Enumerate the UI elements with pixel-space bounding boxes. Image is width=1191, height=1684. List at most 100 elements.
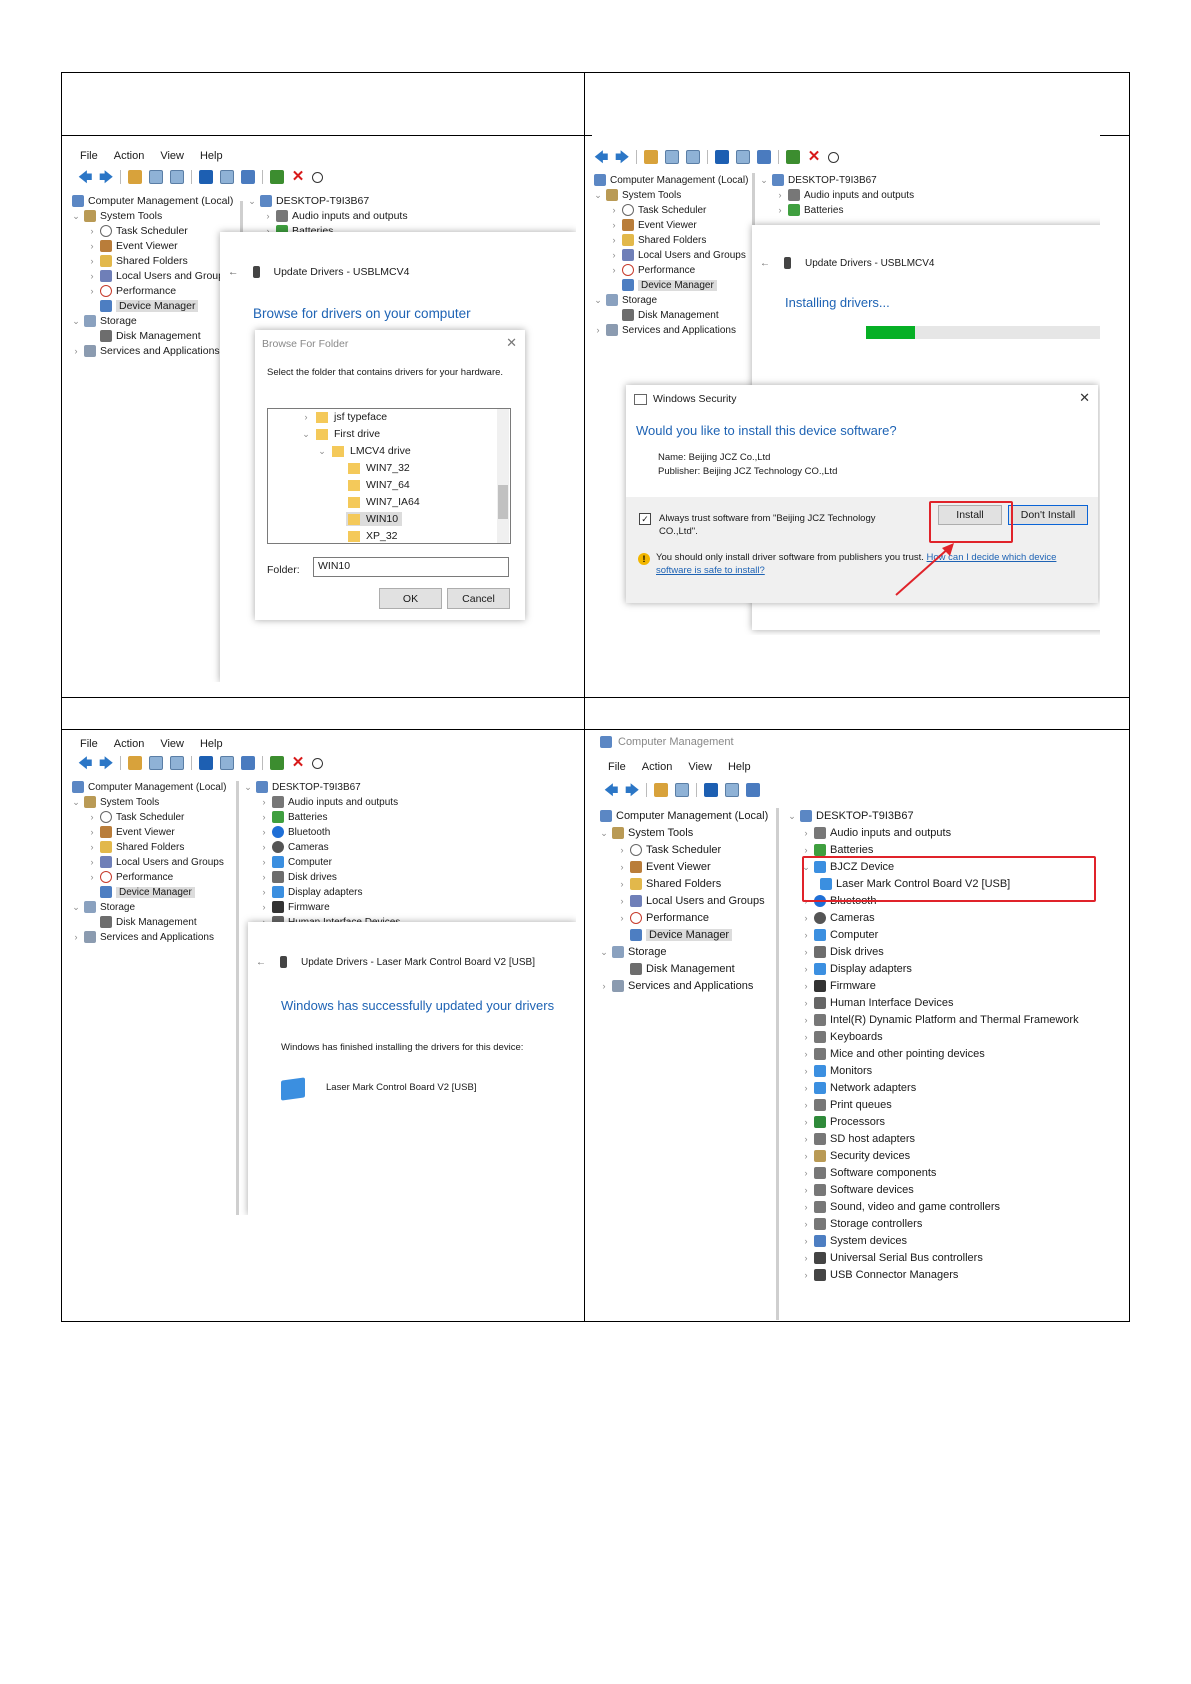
tree-item-disk-management[interactable]: Disk Management [622, 309, 719, 321]
chevron-right-icon[interactable]: › [260, 902, 268, 912]
tree-item-disk-management[interactable]: Disk Management [100, 916, 197, 928]
chevron-right-icon[interactable]: › [802, 1066, 810, 1076]
tree-item-root[interactable]: Computer Management (Local) [72, 781, 226, 793]
chevron-right-icon[interactable]: › [88, 872, 96, 882]
help-icon[interactable] [704, 783, 718, 797]
folder-item[interactable]: WIN7_64 [348, 479, 410, 491]
tree-item-cameras[interactable]: › Cameras [260, 841, 329, 853]
tree-item-local-users[interactable]: › Local Users and Groups [610, 249, 746, 261]
tree-item-services[interactable]: › Services and Applications [72, 931, 214, 943]
always-trust-checkbox[interactable]: ✓ [639, 513, 651, 525]
tree-item-print[interactable]: › Print queues [802, 1099, 892, 1111]
tree-item-batteries[interactable]: › Batteries [260, 811, 327, 823]
chevron-down-icon[interactable]: ⌄ [244, 782, 252, 793]
tree-item-device-manager[interactable]: Device Manager [100, 886, 195, 898]
monitor-icon[interactable] [241, 756, 255, 770]
menu-help[interactable]: Help [200, 150, 223, 162]
menu-help[interactable]: Help [728, 761, 751, 773]
chevron-right-icon[interactable]: › [610, 250, 618, 260]
tree-item-system-tools[interactable]: ⌄ System Tools [600, 827, 693, 839]
chevron-right-icon[interactable]: › [802, 1049, 810, 1059]
chevron-right-icon[interactable]: › [88, 271, 96, 281]
chevron-right-icon[interactable]: › [776, 205, 784, 215]
tree-item-device-manager[interactable]: Device Manager [622, 279, 717, 291]
chevron-right-icon[interactable]: › [802, 1151, 810, 1161]
tree-item-root[interactable]: Computer Management (Local) [600, 810, 768, 822]
forward-icon[interactable]: 🡆 [99, 756, 113, 770]
chevron-right-icon[interactable]: › [260, 857, 268, 867]
action-pane-icon[interactable] [736, 150, 750, 164]
chevron-right-icon[interactable]: › [802, 930, 810, 940]
tree-item-disk-management[interactable]: Disk Management [100, 330, 201, 342]
tree-item-disk-drives[interactable]: › Disk drives [802, 946, 884, 958]
tree-item-local-users[interactable]: › Local Users and Groups [88, 270, 229, 282]
chevron-right-icon[interactable]: › [260, 842, 268, 852]
tree-item-storage-controllers[interactable]: › Storage controllers [802, 1218, 922, 1230]
chevron-right-icon[interactable]: › [802, 1134, 810, 1144]
tree-item-event-viewer[interactable]: › Event Viewer [610, 219, 697, 231]
tree-item-shared-folders[interactable]: › Shared Folders [610, 234, 706, 246]
tree-item-storage[interactable]: ⌄ Storage [600, 946, 667, 958]
chevron-right-icon[interactable]: › [610, 235, 618, 245]
tree-item-event-viewer[interactable]: › Event Viewer [88, 240, 178, 252]
chevron-right-icon[interactable]: › [260, 887, 268, 897]
tree-item-task-scheduler[interactable]: › Task Scheduler [618, 844, 721, 856]
chevron-right-icon[interactable]: › [802, 845, 810, 855]
tree-item-storage[interactable]: ⌄ Storage [72, 901, 135, 913]
scrollbar[interactable] [497, 409, 509, 543]
menu-view[interactable]: View [160, 150, 184, 162]
tree-item-sw-components[interactable]: › Software components [802, 1167, 936, 1179]
folder-item[interactable]: WIN7_IA64 [348, 496, 420, 508]
tree-item-sd[interactable]: › SD host adapters [802, 1133, 915, 1145]
folder-item[interactable]: XP_32 [348, 530, 398, 542]
chevron-right-icon[interactable]: › [88, 226, 96, 236]
monitor-icon[interactable] [241, 170, 255, 184]
chevron-right-icon[interactable]: › [302, 412, 310, 422]
help-icon[interactable] [715, 150, 729, 164]
tree-item-audio[interactable]: › Audio inputs and outputs [260, 796, 398, 808]
tree-item-storage[interactable]: ⌄ Storage [72, 315, 137, 327]
chevron-right-icon[interactable]: › [618, 879, 626, 889]
chevron-right-icon[interactable]: › [72, 346, 80, 356]
chevron-down-icon[interactable]: ⌄ [600, 947, 608, 958]
tree-item-task-scheduler[interactable]: › Task Scheduler [610, 204, 706, 216]
chevron-right-icon[interactable]: › [260, 797, 268, 807]
pane-divider[interactable] [776, 808, 779, 1320]
chevron-right-icon[interactable]: › [802, 981, 810, 991]
tree-item-disk-management[interactable]: Disk Management [630, 963, 735, 975]
help-icon[interactable] [199, 756, 213, 770]
chevron-down-icon[interactable]: ⌄ [788, 811, 796, 822]
tree-item-cameras[interactable]: › Cameras [802, 912, 875, 924]
tree-item-system-devices[interactable]: › System devices [802, 1235, 907, 1247]
tree-item-system-tools[interactable]: ⌄ System Tools [594, 189, 681, 201]
pane-divider[interactable] [236, 781, 239, 1215]
console-tree-icon[interactable] [675, 783, 689, 797]
chevron-down-icon[interactable]: ⌄ [72, 902, 80, 913]
tree-item-batteries[interactable]: › Batteries [776, 204, 843, 216]
cancel-button[interactable]: Cancel [447, 588, 510, 609]
tree-item-local-users[interactable]: › Local Users and Groups [618, 895, 765, 907]
forward-icon[interactable]: 🡆 [625, 783, 639, 797]
menu-file[interactable]: File [80, 738, 98, 750]
tree-item-root[interactable]: Computer Management (Local) [72, 195, 233, 207]
chevron-right-icon[interactable]: › [618, 913, 626, 923]
folder-item[interactable]: ⌄ First drive [302, 428, 380, 440]
tree-item-hid[interactable]: › Human Interface Devices [802, 997, 954, 1009]
chevron-right-icon[interactable]: › [802, 947, 810, 957]
chevron-right-icon[interactable]: › [610, 205, 618, 215]
chevron-down-icon[interactable]: ⌄ [318, 446, 326, 457]
up-folder-icon[interactable] [644, 150, 658, 164]
tree-item-disk-drives[interactable]: › Disk drives [260, 871, 337, 883]
action-pane-icon[interactable] [220, 756, 234, 770]
tree-item-network[interactable]: › Network adapters [802, 1082, 916, 1094]
tree-item-shared-folders[interactable]: › Shared Folders [88, 255, 188, 267]
close-icon[interactable]: ✕ [1079, 390, 1090, 406]
chevron-right-icon[interactable]: › [88, 812, 96, 822]
chevron-right-icon[interactable]: › [802, 913, 810, 923]
chevron-right-icon[interactable]: › [600, 981, 608, 991]
chevron-right-icon[interactable]: › [610, 265, 618, 275]
tree-item-system-tools[interactable]: ⌄ System Tools [72, 796, 159, 808]
tree-item-display[interactable]: › Display adapters [260, 886, 362, 898]
tree-item-device-manager[interactable]: Device Manager [100, 300, 199, 312]
tree-item-performance[interactable]: › Performance [618, 912, 709, 924]
